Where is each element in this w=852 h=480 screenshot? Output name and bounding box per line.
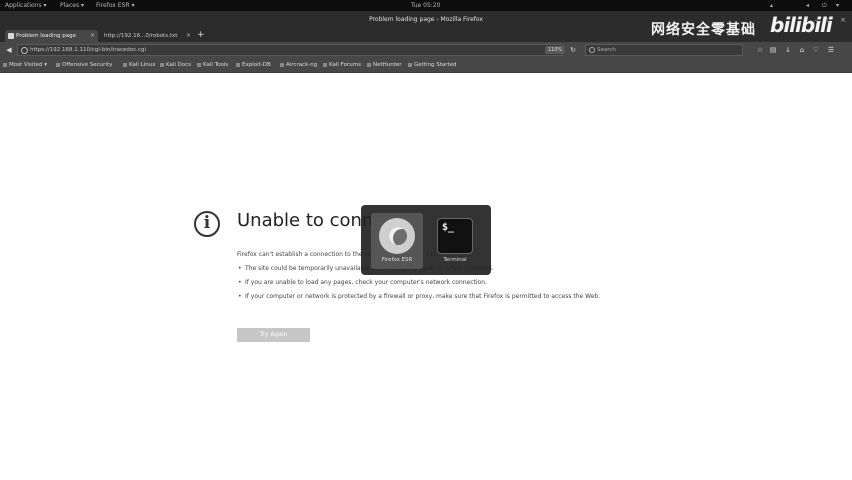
search-placeholder: Search <box>597 47 616 53</box>
power-icon[interactable]: ⏻ <box>822 0 827 11</box>
pocket-icon[interactable]: ♡ <box>811 45 821 55</box>
list-item: If your computer or network is protected… <box>237 293 612 301</box>
bilibili-logo: bilibili <box>770 13 833 37</box>
bookmarks-toolbar: Most Visited ▾ Offensive Security Kali L… <box>0 58 852 73</box>
url-text[interactable]: https://192.168.1.110/cgi-bin/tracedoc.c… <box>30 47 146 53</box>
url-bar[interactable]: https://192.168.1.110/cgi-bin/tracedoc.c… <box>17 44 562 56</box>
download-icon[interactable]: ↓ <box>783 45 793 55</box>
reload-icon[interactable]: ↻ <box>568 45 578 55</box>
new-tab-button[interactable]: + <box>197 29 205 42</box>
info-icon[interactable] <box>21 47 28 54</box>
navigation-bar: ◀ https://192.168.1.110/cgi-bin/tracedoc… <box>0 42 852 58</box>
menu-icon[interactable]: ☰ <box>826 45 836 55</box>
terminal-icon: $_ <box>437 218 473 254</box>
switcher-item-terminal[interactable]: $_ Terminal <box>429 213 481 269</box>
close-icon[interactable]: × <box>838 15 848 25</box>
tab-label: Problem loading page <box>16 33 76 39</box>
watermark-text: 网络安全零基础 <box>651 22 756 38</box>
volume-icon[interactable]: ◂ <box>806 0 809 11</box>
applications-menu[interactable]: Applications ▾ <box>5 0 47 11</box>
try-again-button[interactable]: Try Again <box>237 328 310 342</box>
tab-problem-loading[interactable]: Problem loading page × <box>5 30 98 42</box>
top-panel: Applications ▾ Places ▾ Firefox ESR ▾ Tu… <box>0 0 852 11</box>
bookmark-item[interactable]: Kali Forums <box>323 58 361 72</box>
tab-robots[interactable]: http://192.16...0/robots.txt × <box>93 30 194 42</box>
chevron-down-icon[interactable]: ▾ <box>836 0 839 11</box>
bookmark-item[interactable]: Exploit-DB <box>236 58 271 72</box>
star-icon[interactable]: ☆ <box>755 45 765 55</box>
app-menu[interactable]: Firefox ESR ▾ <box>96 0 134 11</box>
zoom-level[interactable]: 110% <box>545 46 565 54</box>
list-item: If you are unable to load any pages, che… <box>237 279 612 287</box>
bookmark-item[interactable]: Getting Started <box>408 58 457 72</box>
search-icon <box>589 47 595 53</box>
search-input[interactable]: Search <box>585 44 743 56</box>
bookmark-item[interactable]: Kali Docs <box>160 58 191 72</box>
places-menu[interactable]: Places ▾ <box>60 0 84 11</box>
tab-label: http://192.16...0/robots.txt <box>104 33 178 39</box>
info-icon: i <box>194 211 220 237</box>
bookmark-item[interactable]: Offensive Security <box>56 58 112 72</box>
library-icon[interactable]: ▤ <box>768 45 778 55</box>
back-arrow-icon[interactable]: ◀ <box>4 45 14 55</box>
clock[interactable]: Tue 05:20 <box>411 0 440 11</box>
page-icon <box>8 33 14 39</box>
network-icon[interactable]: ▴ <box>770 0 773 11</box>
close-tab-icon[interactable]: × <box>186 30 191 42</box>
bookmark-item[interactable]: Most Visited ▾ <box>3 58 47 72</box>
bookmark-item[interactable]: Aircrack-ng <box>280 58 317 72</box>
home-icon[interactable]: ⌂ <box>797 45 807 55</box>
switcher-label: Terminal <box>443 257 467 263</box>
firefox-icon <box>379 218 415 254</box>
switcher-label: Firefox ESR <box>381 257 413 263</box>
switcher-item-firefox[interactable]: Firefox ESR <box>371 213 423 269</box>
bookmark-item[interactable]: NetHunter <box>367 58 402 72</box>
bookmark-item[interactable]: Kali Linux <box>123 58 156 72</box>
bookmark-item[interactable]: Kali Tools <box>197 58 228 72</box>
app-switcher: Firefox ESR $_ Terminal <box>361 205 491 275</box>
